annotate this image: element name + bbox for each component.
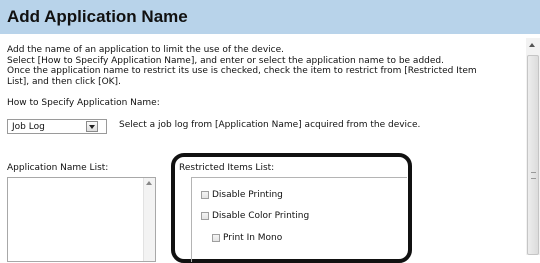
print-in-mono-label: Print In Mono	[223, 233, 283, 243]
title-bar: Add Application Name	[0, 0, 540, 34]
scroll-up-icon[interactable]	[146, 181, 152, 185]
how-to-specify-select[interactable]: Job Log	[7, 119, 107, 134]
grip-icon	[531, 172, 536, 179]
list-scrollbar[interactable]	[143, 178, 155, 261]
select-hint-text: Select a job log from [Application Name]…	[119, 120, 421, 130]
page-title: Add Application Name	[7, 7, 188, 26]
description-line: Select [How to Specify Application Name]…	[7, 55, 444, 66]
scrollbar-thumb[interactable]	[527, 55, 539, 255]
how-to-specify-label: How to Specify Application Name:	[7, 98, 160, 108]
application-name-list[interactable]	[7, 177, 156, 262]
chevron-down-icon	[89, 125, 95, 129]
disable-color-printing-checkbox[interactable]	[201, 212, 209, 220]
disable-color-printing-label: Disable Color Printing	[212, 211, 310, 221]
dropdown-button[interactable]	[86, 121, 98, 132]
description-line: List], and then click [OK].	[7, 76, 121, 87]
description-line: Once the application name to restrict it…	[7, 66, 477, 76]
select-value: Job Log	[12, 122, 45, 132]
disable-printing-checkbox[interactable]	[201, 191, 209, 199]
description-text: Add the name of an application to limit …	[7, 45, 523, 87]
scroll-up-icon[interactable]	[529, 43, 535, 47]
page-scrollbar[interactable]	[526, 38, 540, 255]
application-name-list-label: Application Name List:	[7, 163, 109, 173]
print-in-mono-checkbox[interactable]	[212, 234, 220, 242]
description-line: Add the name of an application to limit …	[7, 45, 284, 55]
disable-printing-label: Disable Printing	[212, 190, 283, 200]
restricted-items-list-label: Restricted Items List:	[179, 163, 275, 173]
